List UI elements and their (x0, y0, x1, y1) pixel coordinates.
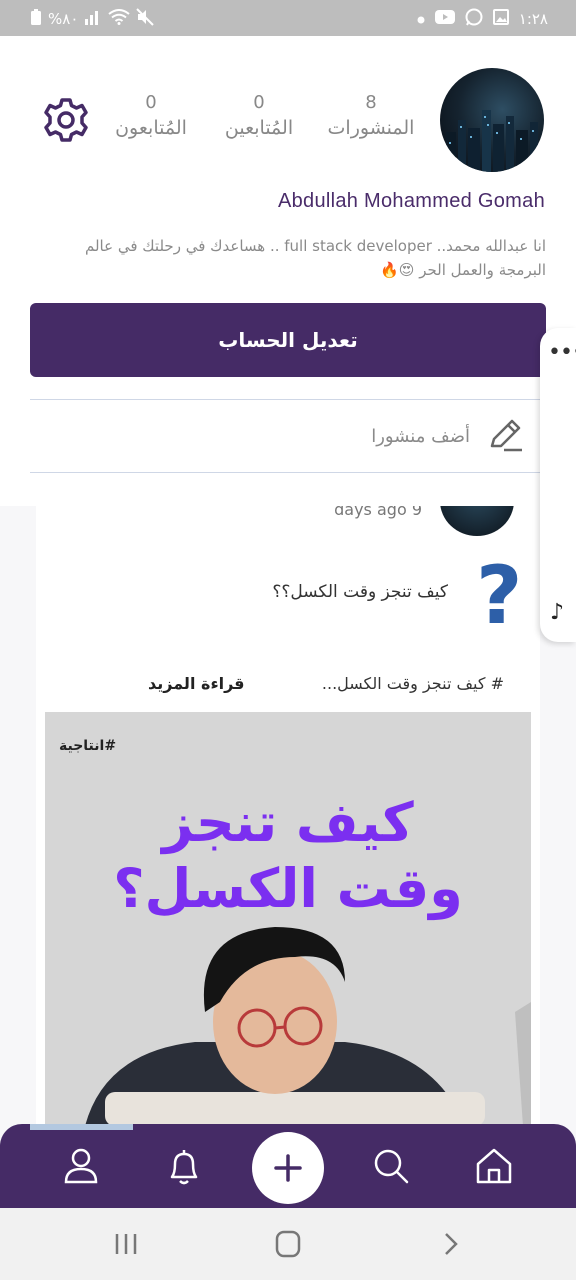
post-card[interactable]: days ago 9 ? كيف تنجز وقت الكسل؟؟ # كيف … (36, 506, 540, 1126)
status-left: %٨٠ (30, 8, 155, 30)
stat-following[interactable]: 0 المُتابعون (96, 92, 206, 139)
avatar[interactable] (440, 68, 544, 172)
post-image[interactable]: #انتاجية كيف تنجز وقت الكسل؟ (45, 712, 531, 1126)
whatsapp-icon (465, 8, 483, 30)
status-bar: %٨٠ ١:٢٨ (0, 0, 576, 36)
clock: ١:٢٨ (518, 10, 548, 28)
gallery-icon (492, 9, 509, 29)
signal-icon (84, 9, 102, 29)
add-post-label: أضف منشورا (371, 425, 470, 447)
bell-icon[interactable] (162, 1144, 206, 1188)
recent-apps-icon[interactable] (106, 1228, 146, 1260)
following-count: 0 (145, 92, 157, 113)
posts-count: 8 (365, 92, 377, 113)
profile-icon[interactable] (59, 1144, 103, 1188)
mute-icon (136, 8, 155, 30)
person-illustration (85, 927, 531, 1126)
floating-side-widget[interactable]: ••• ♪ (540, 328, 576, 642)
home-icon[interactable] (472, 1144, 516, 1188)
system-navigation-bar (0, 1208, 576, 1280)
posts-label: المنشورات (327, 117, 415, 139)
battery-percent: %٨٠ (48, 10, 79, 28)
edit-account-button[interactable]: تعديل الحساب (30, 303, 546, 377)
post-title: كيف تنجز وقت الكسل؟؟ (272, 582, 448, 602)
divider-bottom (30, 472, 540, 473)
scroll-progress-bar (30, 1124, 133, 1130)
music-note-icon[interactable]: ♪ (550, 600, 564, 625)
youtube-icon (434, 10, 455, 28)
stat-followers[interactable]: 0 المُتابعين (204, 92, 314, 139)
battery-icon (30, 8, 42, 30)
followers-label: المُتابعين (224, 117, 294, 139)
following-label: المُتابعون (115, 117, 187, 139)
dot-icon (417, 10, 425, 28)
home-system-icon[interactable] (268, 1228, 308, 1260)
add-button[interactable] (252, 1132, 324, 1204)
add-post-row[interactable]: أضف منشورا (30, 400, 540, 472)
gear-icon[interactable] (42, 96, 90, 144)
question-icon: ? (476, 549, 523, 642)
post-tags: # كيف تنجز وقت الكسل... (321, 674, 504, 693)
stat-posts[interactable]: 8 المنشورات (316, 92, 426, 139)
post-time: days ago 9 (334, 506, 422, 519)
back-icon[interactable] (430, 1228, 470, 1260)
avatar-city-image (446, 110, 538, 172)
plus-icon (274, 1154, 302, 1182)
pencil-icon (486, 416, 526, 456)
read-more-link[interactable]: قراءة المزيد (148, 674, 245, 693)
bottom-navigation (0, 1124, 576, 1208)
followers-count: 0 (253, 92, 265, 113)
wifi-icon (108, 9, 131, 29)
profile-header: 8 المنشورات 0 المُتابعين 0 المُتابعون Ab… (0, 36, 576, 506)
profile-bio: انا عبدالله محمد.. full stack developer … (85, 237, 546, 279)
more-dots-icon[interactable]: ••• (548, 342, 576, 364)
status-right: ١:٢٨ (417, 8, 548, 30)
post-avatar[interactable] (440, 506, 514, 536)
profile-name: Abdullah Mohammed Gomah (277, 190, 545, 212)
search-icon[interactable] (369, 1144, 413, 1188)
